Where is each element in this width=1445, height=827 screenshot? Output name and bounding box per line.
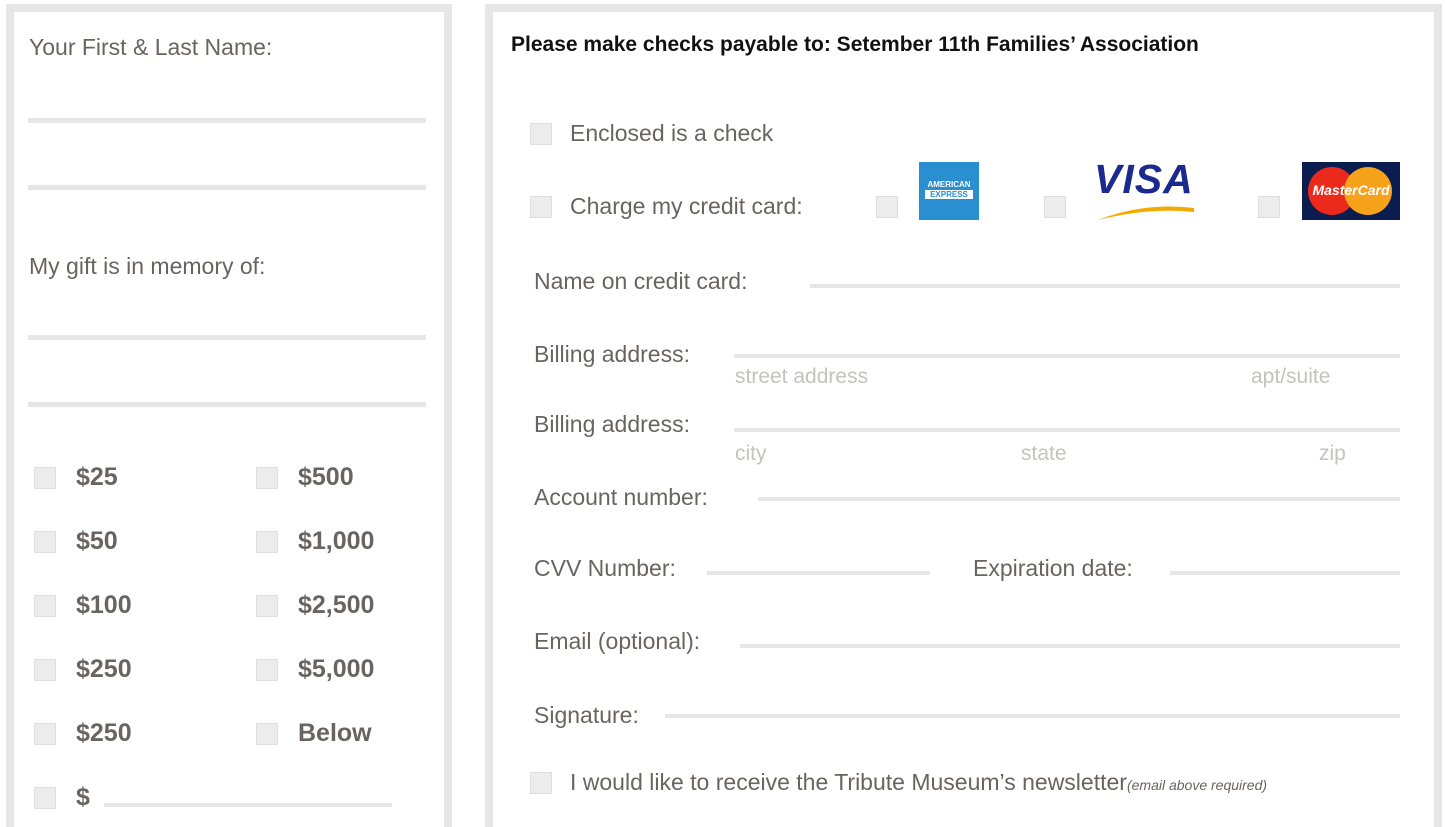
signature-line[interactable] — [665, 714, 1400, 718]
amount-25-checkbox[interactable] — [34, 467, 56, 489]
amount-250b-label: $250 — [76, 719, 132, 747]
amex-text-1: AMERICAN — [927, 180, 971, 189]
state-hint: state — [1021, 442, 1067, 465]
amount-50-checkbox[interactable] — [34, 531, 56, 553]
memory-line-2[interactable] — [28, 402, 426, 407]
billing-address-2-line[interactable] — [734, 428, 1400, 432]
name-on-card-line[interactable] — [810, 284, 1400, 288]
newsletter-note: (email above required) — [1126, 777, 1268, 793]
memory-label: My gift is in memory of: — [29, 253, 266, 279]
cvv-line[interactable] — [707, 571, 930, 575]
enclosed-check-label: Enclosed is a check — [570, 120, 774, 146]
amount-5000-label: $5,000 — [298, 655, 375, 683]
amount-500-label: $500 — [298, 463, 354, 491]
visa-checkbox[interactable] — [1044, 196, 1066, 218]
amount-250-checkbox[interactable] — [34, 659, 56, 681]
cvv-label: CVV Number: — [534, 555, 676, 581]
amount-other-label: $ — [76, 783, 90, 811]
mastercard-text: MasterCard — [1312, 182, 1390, 198]
amount-5000-checkbox[interactable] — [256, 659, 278, 681]
amount-1000-checkbox[interactable] — [256, 531, 278, 553]
charge-card-checkbox[interactable] — [530, 196, 552, 218]
donor-name-line-1[interactable] — [28, 118, 426, 123]
mastercard-checkbox[interactable] — [1258, 196, 1280, 218]
amex-logo: AMERICAN EXPRESS — [919, 162, 979, 220]
name-on-card-label: Name on credit card: — [534, 268, 748, 294]
visa-swoosh-icon — [1098, 206, 1194, 220]
amount-below-checkbox[interactable] — [256, 723, 278, 745]
amount-250-label: $250 — [76, 655, 132, 683]
city-hint: city — [735, 442, 767, 465]
billing-address-2-label: Billing address: — [534, 411, 690, 437]
payable-header: Please make checks payable to: Setember … — [511, 33, 1199, 56]
amount-other-checkbox[interactable] — [34, 787, 56, 809]
donor-panel — [6, 4, 452, 827]
mastercard-logo: MasterCard — [1302, 162, 1400, 220]
visa-text: VISA — [1094, 156, 1194, 202]
amount-250b-checkbox[interactable] — [34, 723, 56, 745]
newsletter-checkbox[interactable] — [530, 772, 552, 794]
signature-label: Signature: — [534, 702, 639, 728]
street-address-hint: street address — [735, 365, 869, 388]
expiration-line[interactable] — [1170, 571, 1400, 575]
donor-name-label: Your First & Last Name: — [29, 34, 273, 60]
amount-100-checkbox[interactable] — [34, 595, 56, 617]
amount-25-label: $25 — [76, 463, 118, 491]
email-label: Email (optional): — [534, 628, 701, 654]
apt-suite-hint: apt/suite — [1251, 365, 1331, 388]
amount-50-label: $50 — [76, 527, 118, 555]
enclosed-check-checkbox[interactable] — [530, 123, 552, 145]
visa-logo: VISA — [1094, 156, 1198, 222]
amount-2500-checkbox[interactable] — [256, 595, 278, 617]
billing-address-1-label: Billing address: — [534, 341, 690, 367]
email-line[interactable] — [740, 644, 1400, 648]
amount-other-line[interactable] — [104, 803, 392, 807]
expiration-label: Expiration date: — [973, 555, 1133, 581]
billing-address-1-line[interactable] — [734, 354, 1400, 358]
amount-1000-label: $1,000 — [298, 527, 375, 555]
memory-line-1[interactable] — [28, 335, 426, 340]
newsletter-label: I would like to receive the Tribute Muse… — [570, 769, 1267, 796]
amount-below-label: Below — [298, 719, 372, 747]
account-number-line[interactable] — [758, 497, 1400, 501]
donor-name-line-2[interactable] — [28, 185, 426, 190]
zip-hint: zip — [1319, 442, 1346, 465]
newsletter-text: I would like to receive the Tribute Muse… — [570, 769, 1127, 795]
charge-card-label: Charge my credit card: — [570, 193, 803, 219]
amex-checkbox[interactable] — [876, 196, 898, 218]
amount-500-checkbox[interactable] — [256, 467, 278, 489]
amount-100-label: $100 — [76, 591, 132, 619]
amex-text-2: EXPRESS — [925, 190, 973, 199]
amount-2500-label: $2,500 — [298, 591, 375, 619]
account-number-label: Account number: — [534, 484, 708, 510]
